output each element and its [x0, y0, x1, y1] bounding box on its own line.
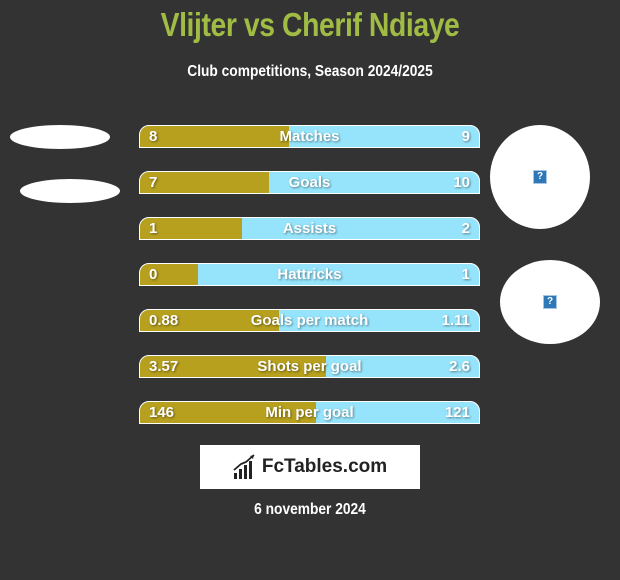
broken-image-icon: ? [533, 170, 547, 184]
stat-label: Shots per goal [257, 358, 362, 375]
stat-row-goals-per-match: Goals per match 0.88 1.11 [139, 309, 480, 332]
left-player-value: 0 [149, 266, 158, 283]
right-player-photo: ? [490, 125, 590, 229]
page-subtitle: Club competitions, Season 2024/2025 [187, 63, 433, 80]
stat-label: Min per goal [265, 404, 354, 421]
left-player-value: 3.57 [149, 358, 179, 375]
left-player-club-placeholder [20, 179, 120, 203]
left-player-value: 7 [149, 174, 158, 191]
stat-row-shots-per-goal: Shots per goal 3.57 2.6 [139, 355, 480, 378]
right-player-club-logo: ? [500, 260, 600, 344]
left-player-value: 8 [149, 128, 158, 145]
fctables-logo[interactable]: FcTables.com [200, 445, 420, 489]
right-player-value: 1.11 [441, 312, 470, 329]
right-player-value: 9 [461, 128, 470, 145]
date-label: 6 november 2024 [254, 501, 366, 518]
stat-label: Goals [288, 174, 331, 191]
stat-row-matches: Matches 8 9 [139, 125, 480, 148]
page-title: Vlijter vs Cherif Ndiaye [160, 6, 460, 43]
right-player-value: 10 [453, 174, 470, 191]
stat-row-assists: Assists 1 2 [139, 217, 480, 240]
right-player-value: 2 [461, 220, 470, 237]
left-player-value: 1 [149, 220, 158, 237]
stat-row-min-per-goal: Min per goal 146 121 [139, 401, 480, 424]
logo-text: FcTables.com [261, 456, 388, 477]
stat-row-goals: Goals 7 10 [139, 171, 480, 194]
stat-label: Matches [279, 128, 340, 145]
stat-label: Assists [282, 220, 337, 237]
right-player-value: 2.6 [449, 358, 470, 375]
left-player-value: 0.88 [149, 312, 179, 329]
stat-label: Hattricks [277, 266, 342, 283]
right-player-value: 121 [444, 404, 470, 421]
stat-row-hattricks: Hattricks 0 1 [139, 263, 480, 286]
right-player-value: 1 [461, 266, 470, 283]
left-player-photo-placeholder [10, 125, 110, 149]
stat-label: Goals per match [250, 312, 369, 329]
bar-chart-logo-icon [233, 454, 255, 479]
broken-image-icon: ? [543, 295, 557, 309]
left-player-value: 146 [149, 404, 175, 421]
